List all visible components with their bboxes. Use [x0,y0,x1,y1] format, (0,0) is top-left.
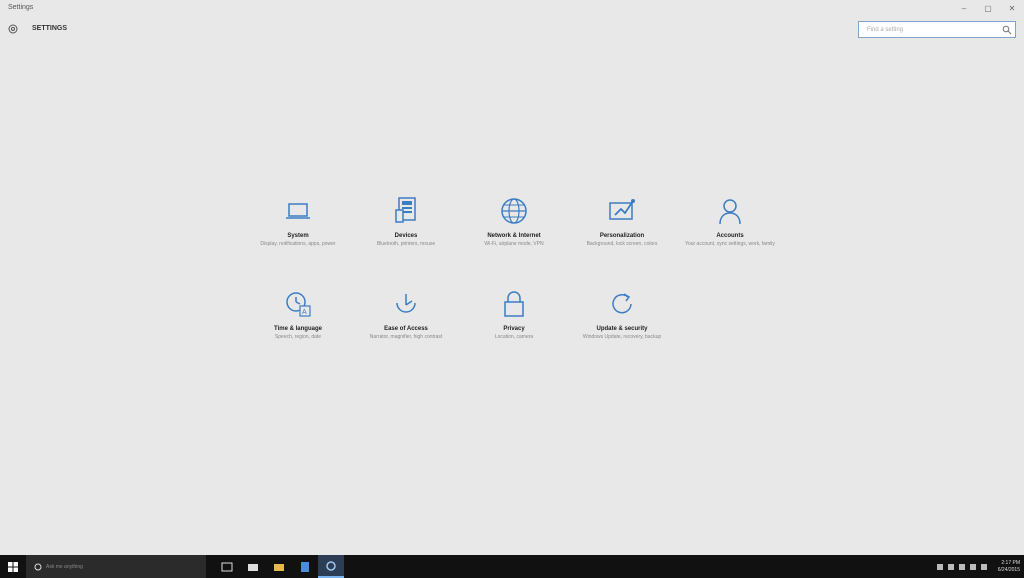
page-title: SETTINGS [32,25,68,32]
personalization-icon [606,195,638,227]
minimize-button[interactable]: – [952,0,976,16]
devices-icon [390,195,422,227]
category-description: Bluetooth, printers, mouse [376,241,436,247]
lock-icon [498,288,530,320]
taskbar-apps [214,555,344,578]
category-description: Your account, sync settings, work, famil… [685,241,775,247]
battery-icon[interactable] [969,563,976,570]
category-description: Narrator, magnifier, high contrast [369,334,443,340]
person-icon [714,195,746,227]
time-language-icon: A [282,288,314,320]
window-controls: – ▢ ✕ [952,0,1024,16]
category-network-internet[interactable]: Network & Internet Wi-Fi, airplane mode,… [460,195,568,248]
app-title: Settings [8,4,34,11]
category-name: Network & Internet [487,233,541,239]
category-privacy[interactable]: Privacy Location, camera [460,288,568,341]
settings-icon[interactable] [318,555,344,578]
category-personalization[interactable]: Personalization Background, lock screen,… [568,195,676,248]
chevron-up-icon[interactable] [936,563,943,570]
taskbar-search-placeholder: Ask me anything [46,563,83,570]
category-name: Personalization [599,233,645,239]
category-description: Wi-Fi, airplane mode, VPN [484,241,544,247]
cortana-icon [34,563,42,570]
file-explorer-icon[interactable] [266,555,292,578]
edge-icon[interactable] [292,555,318,578]
category-description: Speech, region, date [274,334,322,340]
category-description: Display, notifications, apps, power [260,241,336,247]
task-view-icon[interactable] [214,555,240,578]
category-description: Windows Update, recovery, backup [582,334,662,340]
category-devices[interactable]: Devices Bluetooth, printers, mouse [352,195,460,248]
taskbar: Ask me anything 2:17 PM 6/24/2015 [0,555,1024,578]
close-button[interactable]: ✕ [1000,0,1024,16]
category-time-language[interactable]: A Time & language Speech, region, date [244,288,352,341]
category-description: Background, lock screen, colors [586,241,658,247]
windows-logo-icon [8,561,18,572]
category-name: Time & language [274,326,322,332]
svg-text:A: A [302,309,307,316]
volume-icon[interactable] [958,563,965,570]
laptop-icon [282,195,314,227]
clock[interactable]: 2:17 PM 6/24/2015 [998,560,1020,574]
update-icon [606,288,638,320]
notifications-icon[interactable] [980,563,987,570]
clock-time: 2:17 PM [1001,559,1020,566]
start-button[interactable] [0,555,26,578]
category-name: System [287,233,309,239]
globe-icon [498,195,530,227]
clock-date: 6/24/2015 [997,566,1020,573]
ease-of-access-icon [390,288,422,320]
category-name: Privacy [503,326,525,332]
category-description: Location, camera [494,334,534,340]
maximize-button[interactable]: ▢ [976,0,1000,16]
search-icon [1002,25,1012,35]
title-bar: Settings – ▢ ✕ [0,0,1024,18]
category-system[interactable]: System Display, notifications, apps, pow… [244,195,352,248]
category-name: Accounts [716,233,744,239]
taskbar-search-box[interactable]: Ask me anything [26,555,206,578]
store-icon[interactable] [240,555,266,578]
system-tray: 2:17 PM 6/24/2015 [936,555,1020,578]
category-accounts[interactable]: Accounts Your account, sync settings, wo… [676,195,784,248]
category-name: Ease of Access [384,326,428,332]
category-name: Update & security [596,326,648,332]
network-icon[interactable] [947,563,954,570]
category-update-security[interactable]: Update & security Windows Update, recove… [568,288,676,341]
settings-categories: System Display, notifications, apps, pow… [244,195,784,341]
search-input[interactable]: Find a setting [858,21,1016,38]
category-name: Devices [394,233,418,239]
gear-icon [8,24,18,34]
category-ease-of-access[interactable]: Ease of Access Narrator, magnifier, high… [352,288,460,341]
search-placeholder: Find a setting [867,26,904,33]
